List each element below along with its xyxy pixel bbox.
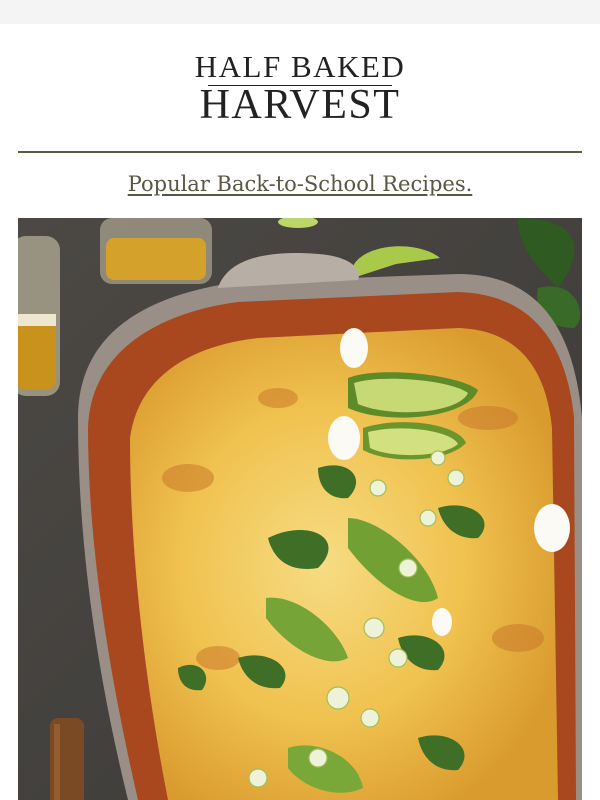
logo-line-1: HALF BAKED — [194, 49, 406, 84]
beer-glass-top — [100, 218, 212, 284]
beer-glass-left — [18, 236, 60, 396]
headline-link[interactable]: Popular Back-to-School Recipes. — [0, 172, 600, 196]
top-strip — [0, 0, 600, 24]
hero-image-illustration — [18, 218, 582, 800]
cheese-layer — [130, 328, 558, 800]
email-card: HALF BAKED HARVEST Popular Back-to-Schoo… — [0, 24, 600, 800]
logo-line-2: HARVEST — [199, 82, 401, 128]
brand-logo[interactable]: HALF BAKED HARVEST — [0, 49, 600, 128]
header-divider — [18, 151, 582, 153]
hero-image[interactable] — [18, 218, 582, 800]
